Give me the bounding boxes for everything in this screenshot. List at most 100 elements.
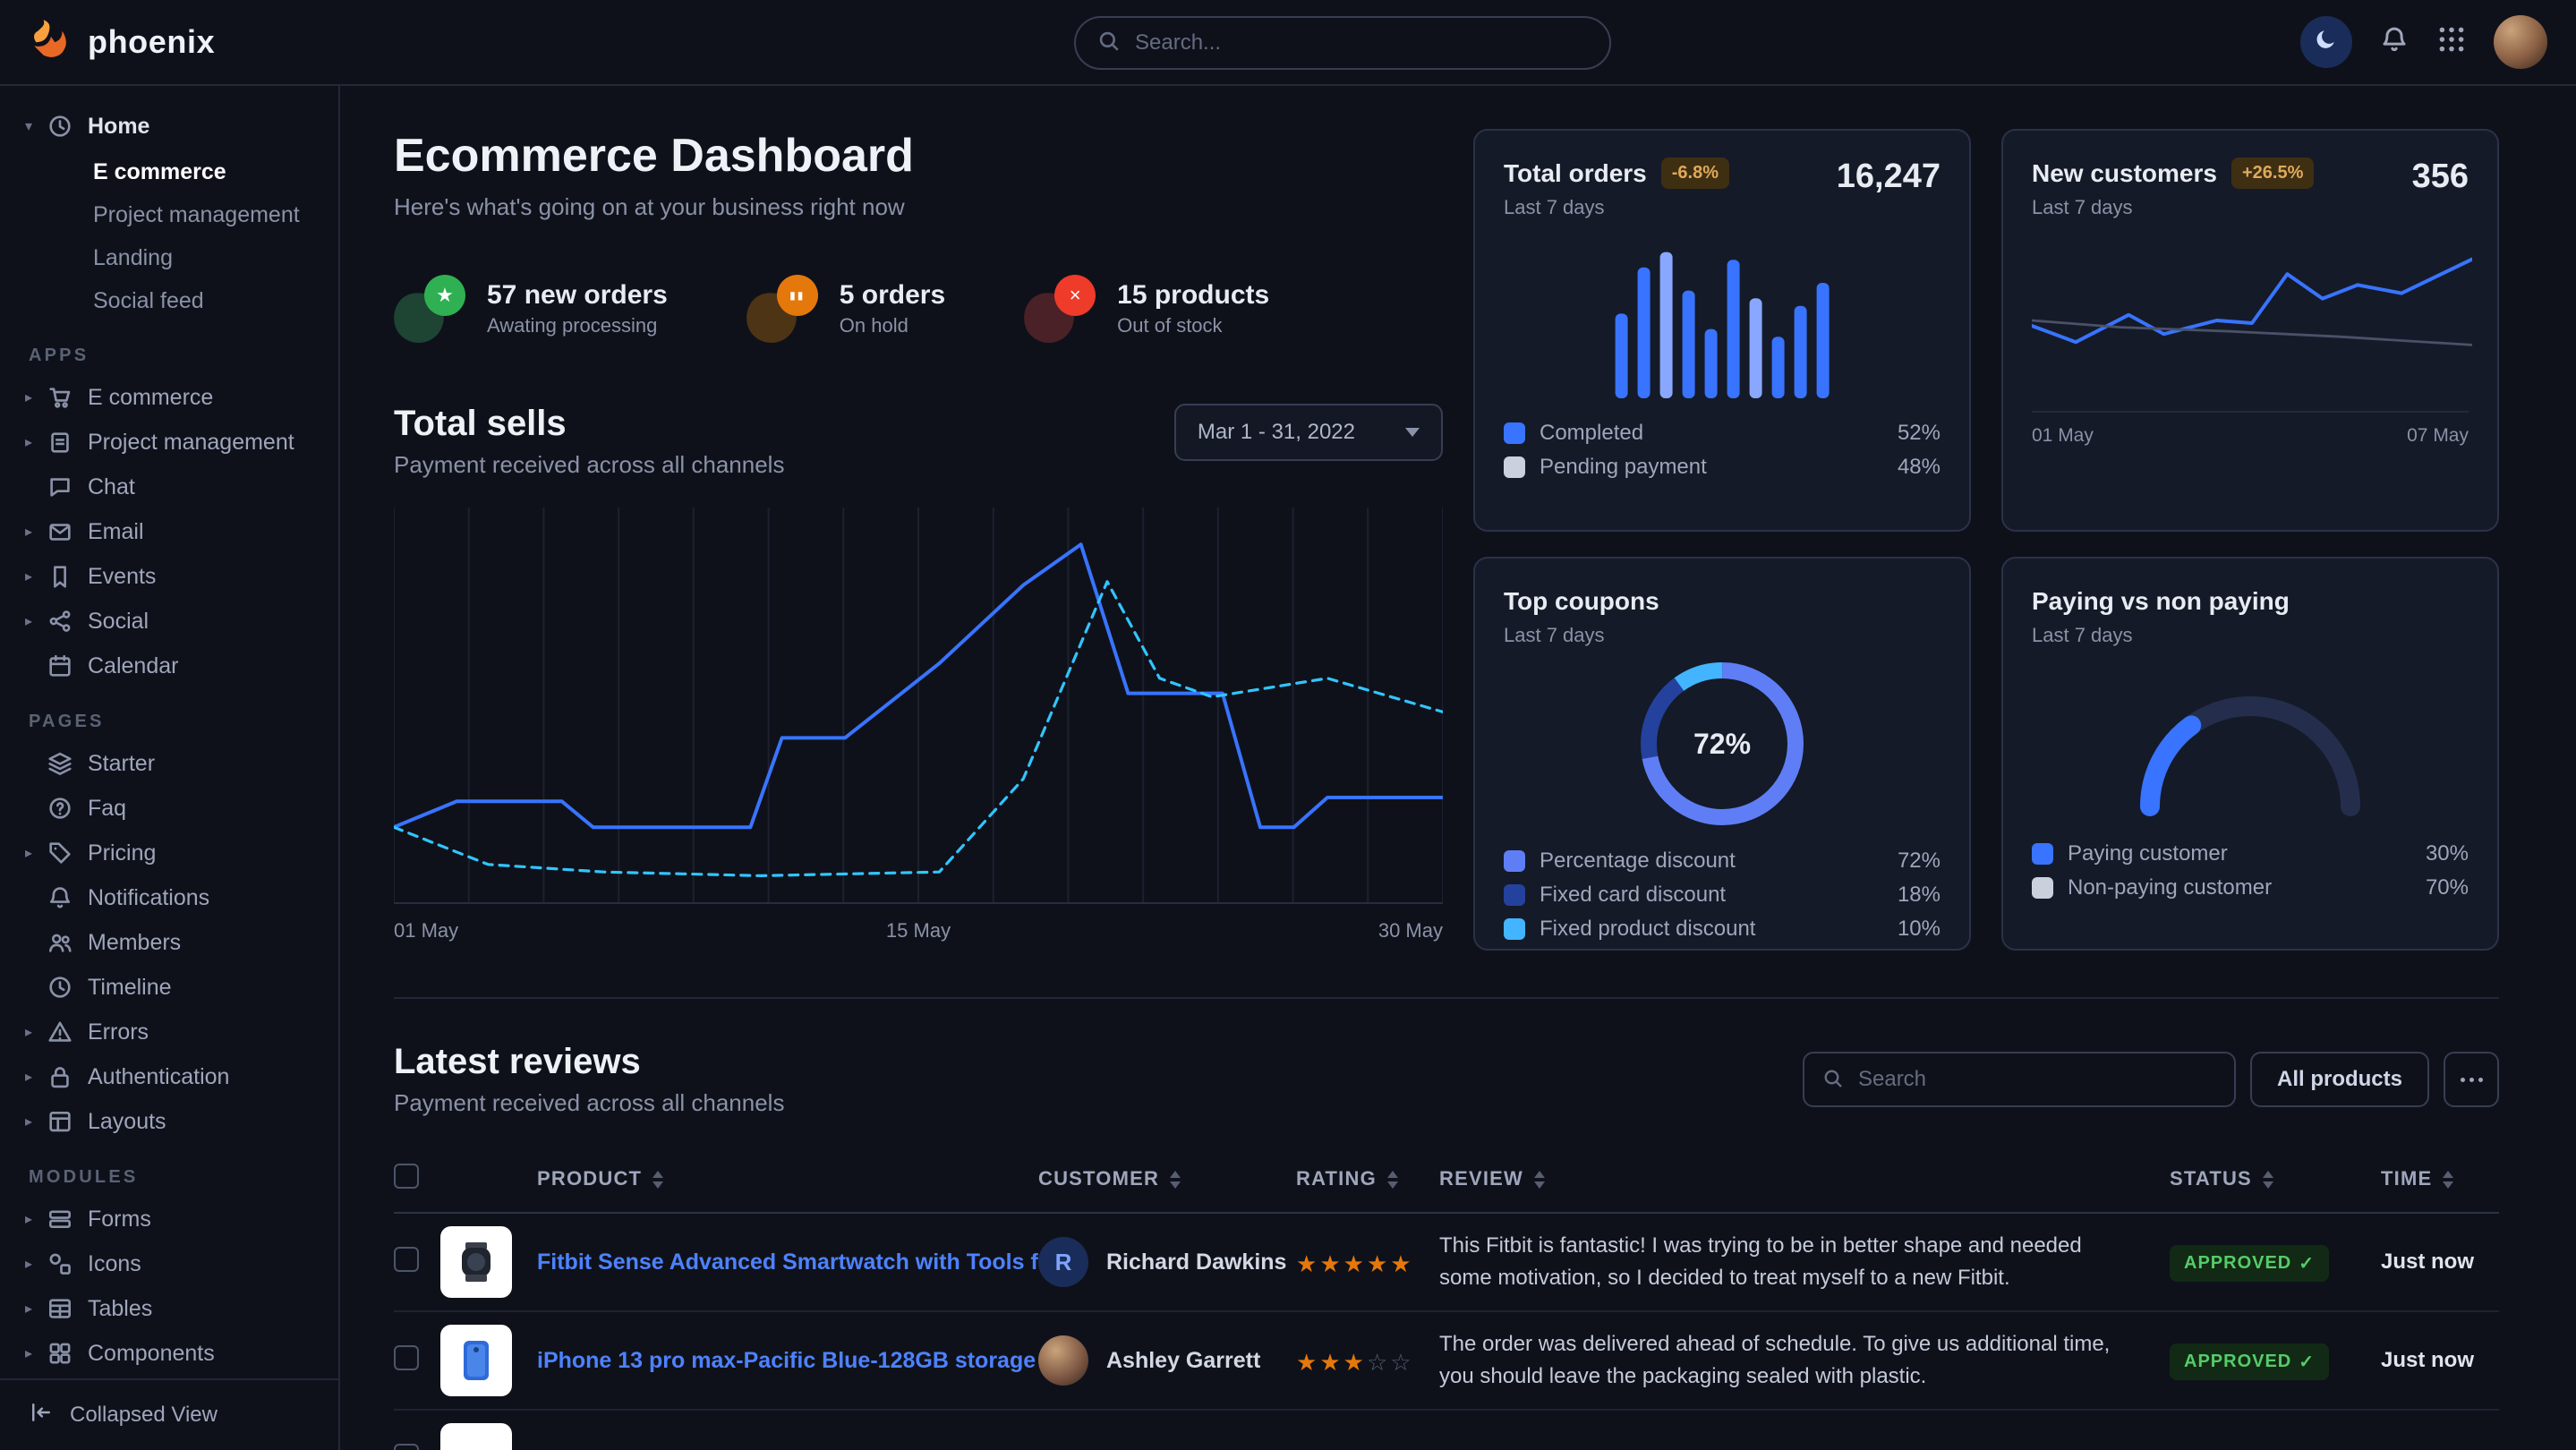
column-header-review[interactable]: REVIEW — [1439, 1146, 2170, 1213]
sidebar-item-authentication[interactable]: ▸ Authentication — [0, 1054, 338, 1099]
date-range-select[interactable]: Mar 1 - 31, 2022 — [1174, 404, 1443, 461]
status-badge: APPROVED ✓ — [2170, 1343, 2329, 1380]
sidebar-item-errors[interactable]: ▸ Errors — [0, 1010, 338, 1054]
row-checkbox[interactable] — [394, 1345, 419, 1370]
sidebar-item-pricing[interactable]: ▸ Pricing — [0, 831, 338, 875]
date-range-value: Mar 1 - 31, 2022 — [1198, 420, 1355, 445]
legend-label: Non-paying customer — [2068, 875, 2272, 900]
page-title: Ecommerce Dashboard — [394, 129, 1443, 183]
new-customers-card: New customers+26.5% Last 7 days 356 01 M… — [2001, 129, 2499, 532]
home-children: E commerceProject managementLandingSocia… — [0, 150, 338, 322]
latest-reviews-section: Latest reviews Payment received across a… — [394, 997, 2499, 1450]
card-period: Last 7 days — [2032, 196, 2469, 219]
notifications-bell-button[interactable] — [2379, 24, 2410, 61]
chevron-right-icon: ▸ — [25, 1113, 47, 1130]
sidebar-item-social[interactable]: ▸ Social — [0, 599, 338, 644]
apps-grid-button[interactable] — [2436, 24, 2467, 61]
sidebar-item-components[interactable]: ▸ Components — [0, 1331, 338, 1376]
bell-icon — [47, 884, 73, 911]
sidebar-item-events[interactable]: ▸ Events — [0, 554, 338, 599]
pause-icon: ▮▮ — [746, 275, 818, 343]
stat-value: 5 orders — [840, 280, 945, 311]
legend-label: Paying customer — [2068, 841, 2228, 866]
sidebar-item-notifications[interactable]: Notifications — [0, 875, 338, 920]
sidebar-nav: ▾ Home E commerceProject managementLandi… — [0, 104, 338, 1378]
app-root: phoenix — [0, 0, 2576, 1450]
more-options-button[interactable] — [2444, 1052, 2499, 1107]
chevron-right-icon: ▸ — [25, 567, 47, 585]
main-content: Ecommerce Dashboard Here's what's going … — [340, 86, 2576, 1450]
sidebar-item-forms[interactable]: ▸ Forms — [0, 1197, 338, 1241]
row-checkbox[interactable] — [394, 1247, 419, 1272]
legend-swatch — [2032, 877, 2053, 899]
column-header-time[interactable]: TIME — [2381, 1146, 2499, 1213]
search-input[interactable] — [1135, 30, 1588, 55]
review-text: This Fitbit is fantastic! I was trying t… — [1439, 1213, 2170, 1311]
reviews-search-input[interactable] — [1858, 1067, 2216, 1092]
ellipsis-icon — [2461, 1078, 2465, 1082]
sidebar-item-e-commerce[interactable]: E commerce — [0, 150, 338, 193]
column-header-rating[interactable]: RATING — [1296, 1146, 1439, 1213]
legend-value: 18% — [1898, 883, 1941, 908]
sidebar-item-faq[interactable]: Faq — [0, 786, 338, 831]
sidebar-item-email[interactable]: ▸ Email — [0, 509, 338, 554]
customer-name: Ashley Garrett — [1106, 1348, 1260, 1374]
global-search[interactable] — [1074, 16, 1611, 70]
paying-legend: Paying customer 30% Non-paying customer … — [2032, 837, 2469, 905]
legend-value: 72% — [1898, 849, 1941, 874]
sidebar-item-project-management[interactable]: Project management — [0, 193, 338, 236]
sidebar-item-chat[interactable]: Chat — [0, 465, 338, 509]
column-header-customer[interactable]: CUSTOMER — [1038, 1146, 1296, 1213]
sidebar-item-project-management[interactable]: ▸ Project management — [0, 420, 338, 465]
sidebar-item-timeline[interactable]: Timeline — [0, 965, 338, 1010]
sidebar-item-tables[interactable]: ▸ Tables — [0, 1286, 338, 1331]
sidebar-item-icons[interactable]: ▸ Icons — [0, 1241, 338, 1286]
card-title: Total orders — [1504, 159, 1647, 187]
sidebar-item-layouts[interactable]: ▸ Layouts — [0, 1099, 338, 1144]
legend-swatch — [1504, 456, 1525, 478]
brand[interactable]: phoenix — [29, 16, 215, 68]
column-header-product[interactable]: PRODUCT — [537, 1146, 1038, 1213]
legend-item-paying-customer: Paying customer 30% — [2032, 837, 2469, 871]
coupons-donut-chart: 72% — [1640, 661, 1804, 826]
sidebar-item-starter[interactable]: Starter — [0, 741, 338, 786]
stats-cards: Total orders-6.8% Last 7 days 16,247 Com… — [1473, 129, 2499, 951]
sidebar-item-calendar[interactable]: Calendar — [0, 644, 338, 688]
search-icon — [1097, 27, 1121, 60]
customer-avatar: R — [1038, 1237, 1088, 1287]
layers-icon — [47, 750, 73, 777]
legend-item-non-paying-customer: Non-paying customer 70% — [2032, 871, 2469, 905]
legend-swatch — [1504, 918, 1525, 940]
sidebar-item-landing[interactable]: Landing — [0, 236, 338, 279]
product-link[interactable]: Fitbit Sense Advanced Smartwatch with To… — [537, 1250, 1038, 1275]
chevron-right-icon: ▸ — [25, 844, 47, 862]
sidebar-item-social-feed[interactable]: Social feed — [0, 279, 338, 322]
column-header-status[interactable]: STATUS — [2170, 1146, 2381, 1213]
product-thumbnail[interactable] — [440, 1226, 512, 1298]
share-icon — [47, 608, 73, 635]
stat-caption: Out of stock — [1117, 314, 1269, 337]
chevron-right-icon: ▸ — [25, 388, 47, 406]
orders-bar-chart — [1504, 244, 1941, 398]
legend-value: 70% — [2426, 875, 2469, 900]
theme-toggle-button[interactable] — [2300, 16, 2352, 68]
sidebar-item-home[interactable]: ▾ Home — [0, 104, 338, 149]
sidebar-item-members[interactable]: Members — [0, 920, 338, 965]
review-row: Fitbit Sense Advanced Smartwatch with To… — [394, 1213, 2499, 1311]
new-customers-value: 356 — [2412, 158, 2469, 196]
product-thumbnail[interactable] — [440, 1423, 512, 1450]
select-all-checkbox[interactable] — [394, 1164, 419, 1189]
sort-icon — [1170, 1171, 1181, 1189]
reviews-search[interactable] — [1803, 1052, 2236, 1107]
product-link[interactable]: iPhone 13 pro max-Pacific Blue-128GB sto… — [537, 1348, 1038, 1374]
sort-icon — [1534, 1171, 1545, 1189]
all-products-button[interactable]: All products — [2250, 1052, 2429, 1107]
user-avatar[interactable] — [2494, 15, 2547, 69]
product-thumbnail[interactable] — [440, 1325, 512, 1396]
orders-legend: Completed 52% Pending payment 48% — [1504, 416, 1941, 484]
collapse-view-toggle[interactable]: Collapsed View — [0, 1378, 338, 1450]
sidebar-item-e-commerce[interactable]: ▸ E commerce — [0, 375, 338, 420]
review-row: iPhone 13 pro max-Pacific Blue-128GB sto… — [394, 1311, 2499, 1410]
brand-name: phoenix — [88, 23, 215, 61]
lock-icon — [47, 1063, 73, 1090]
